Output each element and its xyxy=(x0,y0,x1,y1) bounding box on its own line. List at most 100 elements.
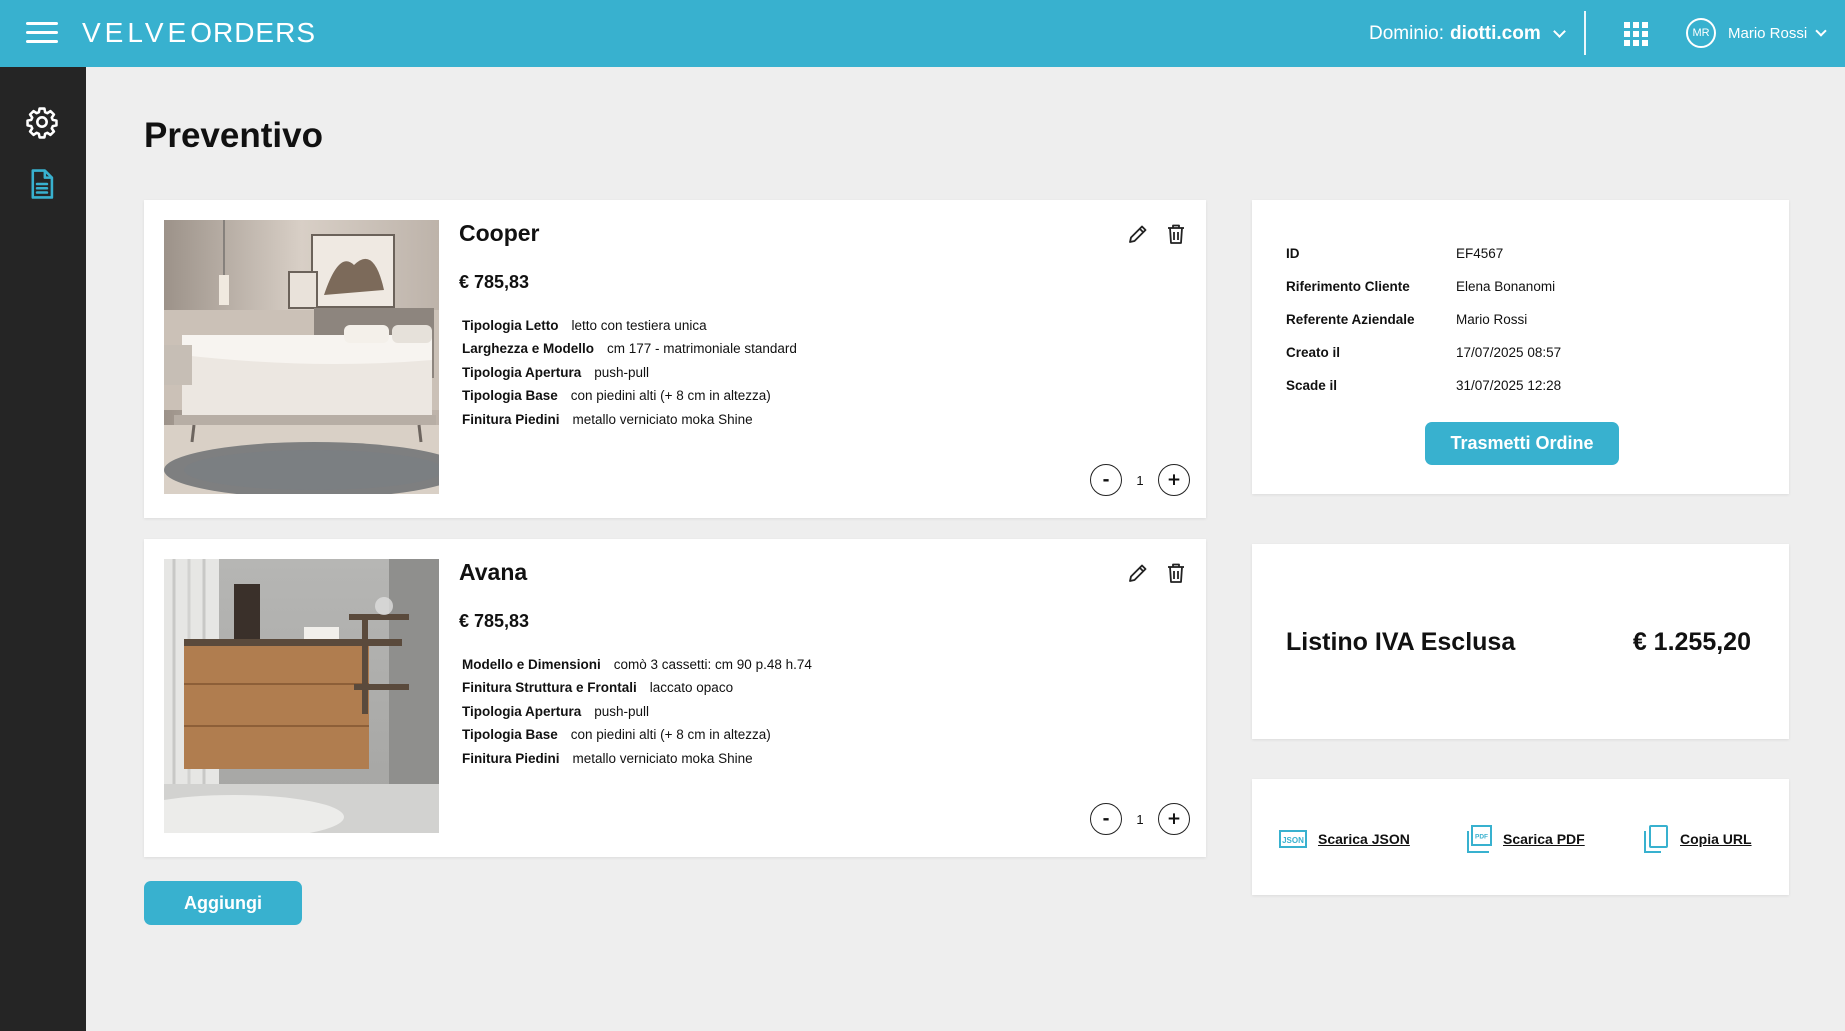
spec-row: Tipologia Letto letto con testiera unica xyxy=(462,314,797,337)
product-name: Avana xyxy=(459,559,528,585)
trash-icon[interactable] xyxy=(1164,222,1188,246)
product-image xyxy=(164,220,439,494)
logo-velve: VELVE xyxy=(82,17,191,48)
logo-orders: ORDERS xyxy=(190,17,316,48)
spec-value: cm 177 - matrimoniale standard xyxy=(607,341,797,357)
order-info-table: ID EF4567 Riferimento Cliente Elena Bonano… xyxy=(1286,237,1561,402)
spec-row: Tipologia Apertura push-pull xyxy=(462,361,797,384)
download-pdf-label: Scarica PDF xyxy=(1503,831,1585,847)
menu-icon[interactable] xyxy=(26,22,58,44)
user-name: Mario Rossi xyxy=(1728,24,1808,42)
spec-key: Tipologia Base xyxy=(462,727,558,743)
spec-value: con piedini alti (+ 8 cm in altezza) xyxy=(570,727,771,743)
info-value: Mario Rossi xyxy=(1456,312,1528,327)
increment-button[interactable]: + xyxy=(1158,464,1190,496)
decrement-button[interactable]: - xyxy=(1090,464,1122,496)
chevron-down-icon xyxy=(1815,24,1827,37)
decrement-button[interactable]: - xyxy=(1090,803,1122,835)
spec-value: laccato opaco xyxy=(649,680,734,696)
info-value: Elena Bonanomi xyxy=(1456,279,1556,294)
app-logo: VELVEORDERS xyxy=(82,17,316,49)
spec-key: Larghezza e Modello xyxy=(462,341,595,357)
product-specs: Modello e Dimensioni comò 3 cassetti: cm … xyxy=(462,653,812,770)
spec-value: con piedini alti (+ 8 cm in altezza) xyxy=(570,388,771,404)
submit-order-button[interactable]: Trasmetti Ordine xyxy=(1425,422,1619,465)
info-value: EF4567 xyxy=(1456,246,1504,261)
trash-icon[interactable] xyxy=(1164,561,1188,585)
quantity-stepper: - 1 + xyxy=(1090,464,1190,496)
total-amount: € 1.255,20 xyxy=(1632,628,1751,656)
info-value: 17/07/2025 08:57 xyxy=(1456,345,1562,360)
spec-row: Larghezza e Modello cm 177 - matrimoniale… xyxy=(462,337,797,360)
spec-key: Finitura Struttura e Frontali xyxy=(462,680,637,696)
spec-key: Modello e Dimensioni xyxy=(462,657,601,672)
download-json-link[interactable]: JSON Scarica JSON xyxy=(1278,824,1410,854)
info-key: Referente Aziendale xyxy=(1286,312,1415,327)
page-title: Preventivo xyxy=(144,116,323,155)
order-info-card: ID EF4567 Riferimento Cliente Elena Bonano… xyxy=(1252,200,1789,494)
total-card: Listino IVA Esclusa € 1.255,20 xyxy=(1252,544,1789,739)
spec-key: Finitura Piedini xyxy=(462,750,560,766)
domain-selector[interactable]: Dominio: diotti.com xyxy=(1369,22,1566,46)
downloads-card: JSON Scarica JSON PDF Scarica PDF Copia … xyxy=(1252,779,1789,895)
product-specs: Tipologia Letto letto con testiera unica … xyxy=(462,314,797,431)
spec-value: comò 3 cassetti: cm 90 p.48 h.74 xyxy=(613,657,812,672)
svg-text:PDF: PDF xyxy=(1475,834,1488,841)
spec-row: Finitura Struttura e Frontali laccato opa… xyxy=(462,676,812,699)
spec-value: push-pull xyxy=(594,364,650,380)
info-key: ID xyxy=(1286,246,1300,261)
pencil-icon[interactable] xyxy=(1126,561,1150,585)
chevron-down-icon xyxy=(1552,25,1566,38)
info-row: ID EF4567 xyxy=(1286,237,1561,270)
user-menu[interactable]: MR Mario Rossi xyxy=(1686,18,1827,48)
increment-button[interactable]: + xyxy=(1158,803,1190,835)
info-row: Referente Aziendale Mario Rossi xyxy=(1286,303,1561,336)
quantity-value: 1 xyxy=(1136,811,1144,827)
apps-grid-icon[interactable] xyxy=(1624,22,1648,46)
spec-value: letto con testiera unica xyxy=(571,318,707,333)
product-image xyxy=(164,559,439,833)
spec-value: push-pull xyxy=(594,703,650,719)
domain-value: diotti.com xyxy=(1449,23,1541,44)
info-key: Creato il xyxy=(1286,345,1341,360)
download-json-label: Scarica JSON xyxy=(1318,831,1410,847)
spec-key: Tipologia Base xyxy=(462,388,558,404)
spec-row: Tipologia Apertura push-pull xyxy=(462,700,812,723)
gear-icon[interactable] xyxy=(25,105,59,139)
spec-row: Modello e Dimensioni comò 3 cassetti: cm … xyxy=(462,653,812,676)
info-value: 31/07/2025 12:28 xyxy=(1456,378,1562,393)
spec-key: Tipologia Apertura xyxy=(462,703,582,719)
pencil-icon[interactable] xyxy=(1126,222,1150,246)
avatar: MR xyxy=(1686,18,1716,48)
json-file-icon: JSON xyxy=(1279,830,1307,848)
header-divider xyxy=(1584,11,1586,55)
spec-value: metallo verniciato moka Shine xyxy=(572,750,753,766)
spec-key: Tipologia Letto xyxy=(462,318,559,333)
download-pdf-link[interactable]: PDF Scarica PDF xyxy=(1463,824,1585,854)
info-row: Creato il 17/07/2025 08:57 xyxy=(1286,336,1561,369)
info-row: Riferimento Cliente Elena Bonanomi xyxy=(1286,270,1561,303)
copy-url-label: Copia URL xyxy=(1680,831,1752,847)
sidebar xyxy=(0,67,86,1031)
info-row: Scade il 31/07/2025 12:28 xyxy=(1286,369,1561,402)
copy-url-link[interactable]: Copia URL xyxy=(1640,824,1752,854)
quantity-stepper: - 1 + xyxy=(1090,803,1190,835)
product-card: Cooper € 785,83 Tipologia Letto letto con… xyxy=(144,200,1206,518)
document-icon[interactable] xyxy=(25,167,59,201)
add-button[interactable]: Aggiungi xyxy=(144,881,302,925)
product-price: € 785,83 xyxy=(459,272,530,292)
pdf-file-icon: PDF xyxy=(1467,825,1492,853)
quantity-value: 1 xyxy=(1136,472,1144,488)
spec-key: Finitura Piedini xyxy=(462,411,560,427)
spec-key: Tipologia Apertura xyxy=(462,364,582,380)
spec-value: metallo verniciato moka Shine xyxy=(572,411,753,427)
spec-row: Tipologia Base con piedini alti (+ 8 cm i… xyxy=(462,723,812,746)
info-key: Scade il xyxy=(1286,378,1338,393)
svg-text:JSON: JSON xyxy=(1282,836,1304,845)
top-bar: VELVEORDERS Dominio: diotti.com MR Mario… xyxy=(0,0,1845,67)
total-label: Listino IVA Esclusa xyxy=(1286,628,1516,656)
spec-row: Tipologia Base con piedini alti (+ 8 cm i… xyxy=(462,384,797,407)
domain-label: Dominio: xyxy=(1369,23,1444,44)
spec-row: Finitura Piedini metallo verniciato moka … xyxy=(462,408,797,431)
product-name: Cooper xyxy=(459,220,540,246)
